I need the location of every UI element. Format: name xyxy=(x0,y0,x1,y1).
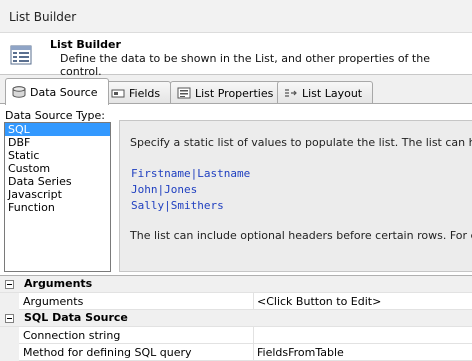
list-item-custom[interactable]: Custom xyxy=(5,162,110,175)
property-row-connection-string[interactable]: Connection string xyxy=(0,327,472,344)
header-title: List Builder xyxy=(50,38,121,51)
list-builder-icon xyxy=(10,44,32,66)
data-source-type-list[interactable]: SQL DBF Static Custom Data Series Javasc… xyxy=(4,122,111,272)
column-divider xyxy=(253,293,254,310)
property-row-sql-method[interactable]: Method for defining SQL query FieldsFrom… xyxy=(0,344,472,361)
category-sql-data-source[interactable]: SQL Data Source xyxy=(0,310,472,327)
list-item-javascript-function[interactable]: Javascript Function xyxy=(5,188,110,214)
tab-fields[interactable]: Fields xyxy=(104,81,172,104)
list-item-sql[interactable]: SQL xyxy=(5,123,110,136)
code-line: John|Jones xyxy=(131,183,198,196)
window-title: List Builder xyxy=(9,10,77,24)
tab-label: Fields xyxy=(129,86,161,100)
list-item-dbf[interactable]: DBF xyxy=(5,136,110,149)
tab-label: List Properties xyxy=(195,86,274,100)
column-divider xyxy=(253,344,254,361)
dialog-header: List Builder Define the data to be shown… xyxy=(0,33,472,78)
tab-list-properties[interactable]: List Properties xyxy=(170,81,285,104)
list-properties-icon xyxy=(177,87,191,99)
tab-label: List Layout xyxy=(302,86,363,100)
tab-label: Data Source xyxy=(30,85,98,99)
help-more-text: The list can include optional headers be… xyxy=(130,229,472,242)
tab-list-layout[interactable]: List Layout xyxy=(277,81,374,104)
property-name: Connection string xyxy=(23,329,121,342)
property-row-arguments[interactable]: Arguments <Click Button to Edit> xyxy=(0,293,472,310)
property-value-arguments[interactable]: <Click Button to Edit> xyxy=(257,295,381,308)
database-icon xyxy=(12,86,26,98)
property-name: Method for defining SQL query xyxy=(23,346,192,359)
row-gutter xyxy=(0,344,19,361)
list-item-data-series[interactable]: Data Series xyxy=(5,175,110,188)
data-source-panel: Data Source Type: SQL DBF Static Custom … xyxy=(0,103,472,275)
category-label: SQL Data Source xyxy=(24,311,128,324)
category-label: Arguments xyxy=(24,277,93,290)
tab-strip: Data Source Fields List Properties List … xyxy=(0,75,472,105)
column-divider xyxy=(253,327,254,344)
category-arguments[interactable]: Arguments xyxy=(0,276,472,293)
data-source-type-label: Data Source Type: xyxy=(5,109,106,122)
help-intro-text: Specify a static list of values to popul… xyxy=(130,136,472,149)
code-line: Sally|Smithers xyxy=(131,199,224,212)
property-grid: Arguments Arguments <Click Button to Edi… xyxy=(0,275,472,361)
row-gutter xyxy=(0,293,19,310)
fields-icon xyxy=(111,87,125,99)
property-value-sql-method[interactable]: FieldsFromTable xyxy=(257,346,344,359)
tab-data-source[interactable]: Data Source xyxy=(5,78,109,105)
list-item-static[interactable]: Static xyxy=(5,149,110,162)
code-line: Firstname|Lastname xyxy=(131,167,251,180)
collapse-icon[interactable] xyxy=(5,280,14,289)
help-text-panel: Specify a static list of values to popul… xyxy=(119,120,472,272)
property-name: Arguments xyxy=(23,295,84,308)
list-layout-icon xyxy=(284,87,298,99)
window-titlebar: List Builder xyxy=(0,0,472,33)
collapse-icon[interactable] xyxy=(5,314,14,323)
row-gutter xyxy=(0,327,19,344)
